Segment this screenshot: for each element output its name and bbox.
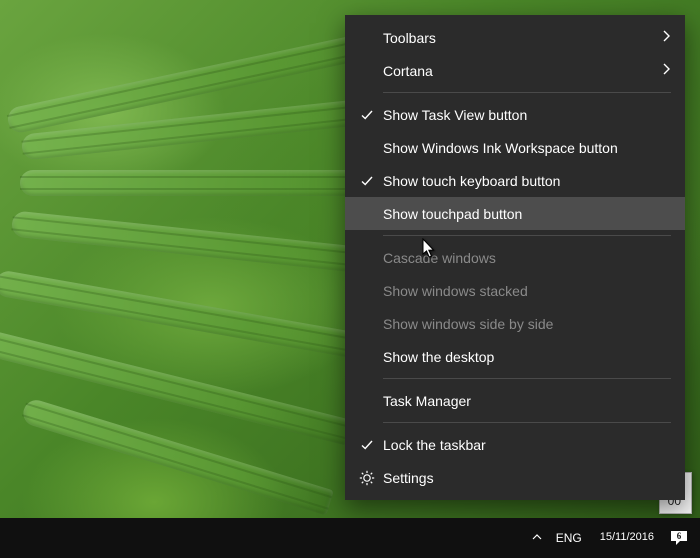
tray-datetime[interactable]: 15/11/2016 xyxy=(596,531,658,544)
menu-item-lock-taskbar[interactable]: Lock the taskbar xyxy=(345,428,685,461)
menu-label: Cascade windows xyxy=(379,250,671,266)
chevron-right-icon xyxy=(662,62,671,79)
menu-item-show-touch-keyboard[interactable]: Show touch keyboard button xyxy=(345,164,685,197)
checkmark-icon xyxy=(355,174,379,188)
checkmark-icon xyxy=(355,438,379,452)
menu-item-show-side-by-side: Show windows side by side xyxy=(345,307,685,340)
menu-label: Cortana xyxy=(379,63,662,79)
system-tray: ENG 15/11/2016 6 xyxy=(532,527,690,549)
gear-icon xyxy=(355,470,379,486)
menu-item-show-task-view[interactable]: Show Task View button xyxy=(345,98,685,131)
menu-separator xyxy=(383,378,671,379)
menu-separator xyxy=(383,92,671,93)
menu-label: Show windows side by side xyxy=(379,316,671,332)
menu-item-cascade-windows: Cascade windows xyxy=(345,241,685,274)
taskbar[interactable]: ENG 15/11/2016 6 xyxy=(0,518,700,558)
checkmark-icon xyxy=(355,108,379,122)
menu-label: Show Task View button xyxy=(379,107,671,123)
menu-item-settings[interactable]: Settings xyxy=(345,461,685,494)
menu-label: Task Manager xyxy=(379,393,671,409)
menu-item-show-stacked: Show windows stacked xyxy=(345,274,685,307)
menu-item-toolbars[interactable]: Toolbars xyxy=(345,21,685,54)
chevron-right-icon xyxy=(662,29,671,46)
tray-chevron-icon[interactable] xyxy=(532,531,542,545)
tray-language[interactable]: ENG xyxy=(552,531,586,545)
menu-label: Settings xyxy=(379,470,671,486)
tray-date: 15/11/2016 xyxy=(600,531,654,544)
menu-label: Toolbars xyxy=(379,30,662,46)
taskbar-context-menu: Toolbars Cortana Show Task View button S… xyxy=(345,15,685,500)
menu-label: Show the desktop xyxy=(379,349,671,365)
menu-item-cortana[interactable]: Cortana xyxy=(345,54,685,87)
menu-item-show-ink-workspace[interactable]: Show Windows Ink Workspace button xyxy=(345,131,685,164)
tray-notification-icon[interactable]: 6 xyxy=(668,527,690,549)
menu-label: Show windows stacked xyxy=(379,283,671,299)
menu-item-show-touchpad[interactable]: Show touchpad button xyxy=(345,197,685,230)
menu-item-task-manager[interactable]: Task Manager xyxy=(345,384,685,417)
menu-label: Show touchpad button xyxy=(379,206,671,222)
menu-label: Lock the taskbar xyxy=(379,437,671,453)
notification-count: 6 xyxy=(677,531,682,541)
menu-separator xyxy=(383,235,671,236)
menu-item-show-desktop[interactable]: Show the desktop xyxy=(345,340,685,373)
menu-label: Show touch keyboard button xyxy=(379,173,671,189)
menu-separator xyxy=(383,422,671,423)
menu-label: Show Windows Ink Workspace button xyxy=(379,140,671,156)
